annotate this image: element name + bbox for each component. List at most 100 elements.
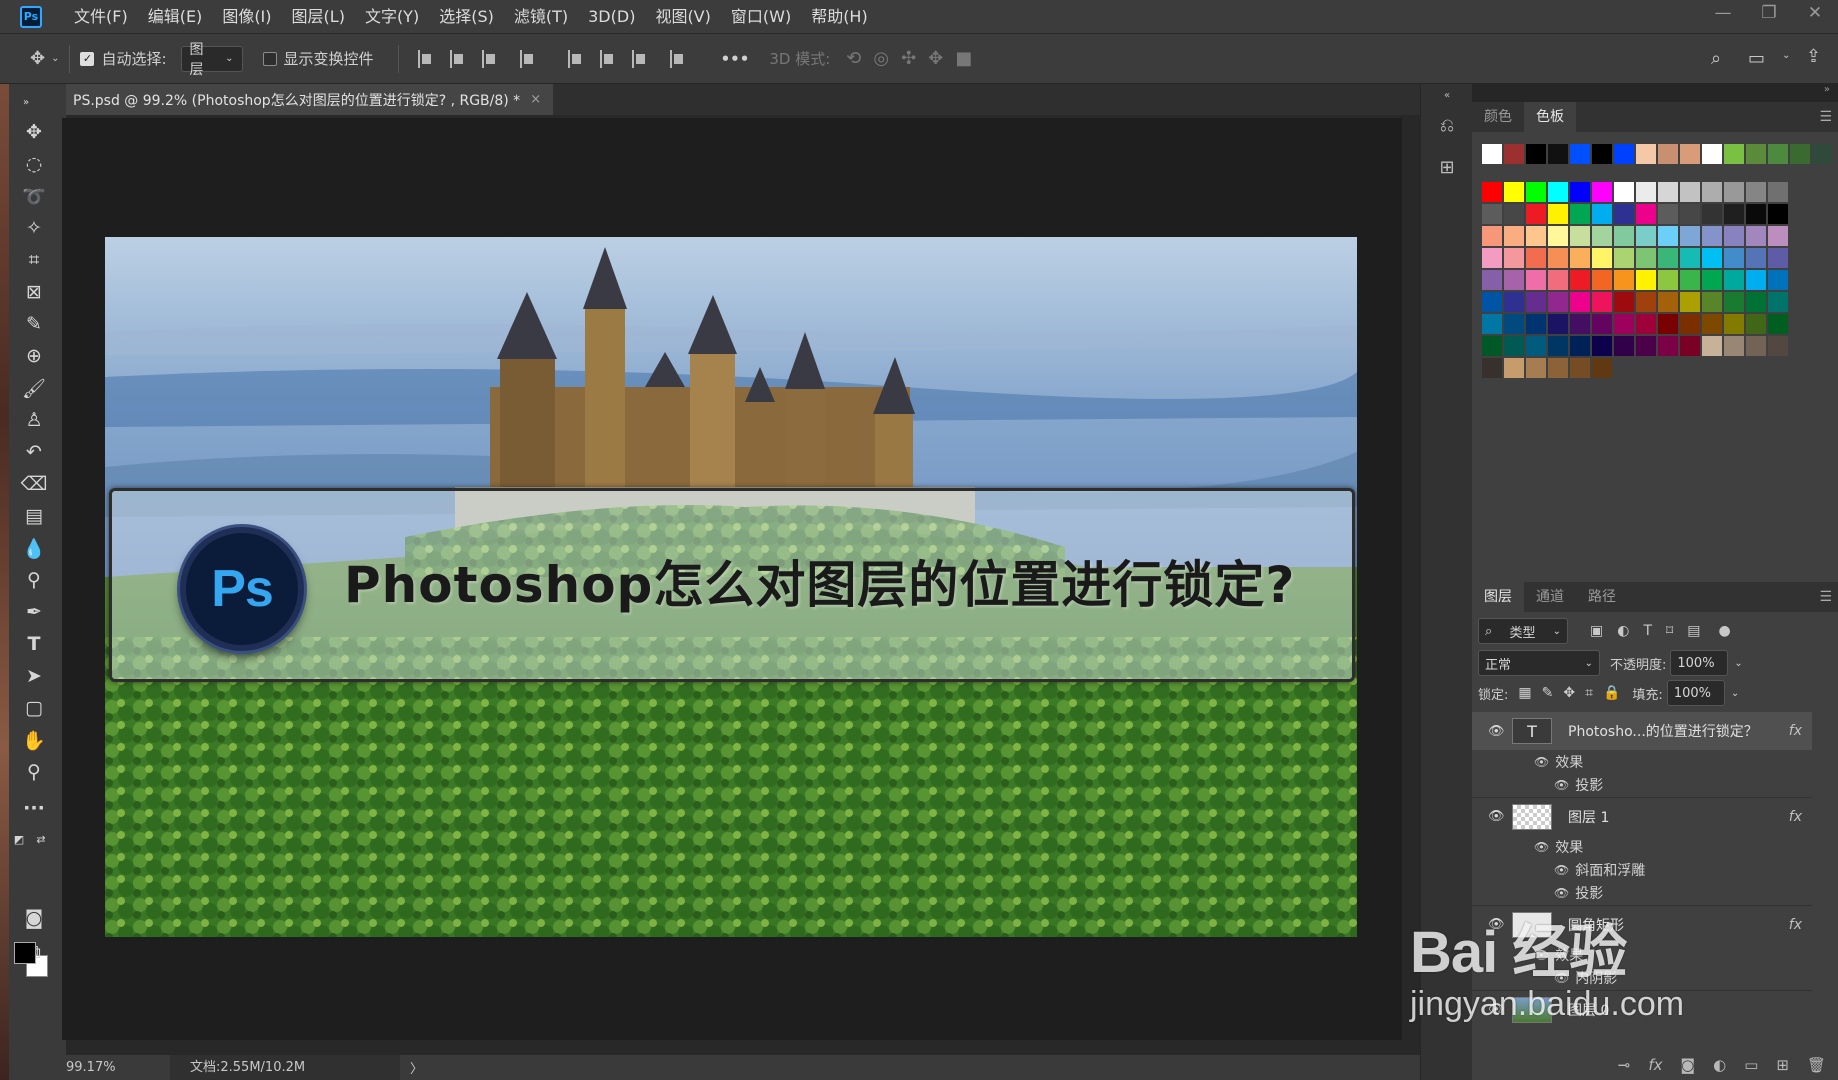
recent-swatch[interactable] xyxy=(1746,144,1766,164)
color-swatch[interactable] xyxy=(1504,248,1524,268)
align-top-edge-icon[interactable] xyxy=(567,49,583,68)
more-options-button[interactable]: ••• xyxy=(721,50,750,68)
color-swatch[interactable] xyxy=(1746,336,1766,356)
3d-slide-icon[interactable]: ✥ xyxy=(928,48,943,69)
visibility-eye-icon[interactable]: 👁 xyxy=(1554,778,1569,792)
effect-row[interactable]: 👁 投影 xyxy=(1472,882,1603,904)
color-swatch[interactable] xyxy=(1570,336,1590,356)
recent-swatch[interactable] xyxy=(1636,144,1656,164)
distribute-icon[interactable] xyxy=(669,49,685,68)
color-swatch[interactable] xyxy=(1702,336,1722,356)
color-swatch[interactable] xyxy=(1680,314,1700,334)
color-swatch[interactable] xyxy=(1724,248,1744,268)
align-vertical-center-icon[interactable] xyxy=(599,49,615,68)
color-swatch[interactable] xyxy=(1658,204,1678,224)
lock-position-icon[interactable]: ✥ xyxy=(1563,685,1575,701)
color-swatch[interactable] xyxy=(1482,248,1502,268)
3d-orbit-icon[interactable]: ⟲ xyxy=(846,48,861,69)
new-layer-icon[interactable]: ⊞ xyxy=(1776,1056,1789,1074)
color-swatch[interactable] xyxy=(1636,270,1656,290)
lock-transparent-icon[interactable]: ▦ xyxy=(1518,685,1531,701)
color-swatch[interactable] xyxy=(1548,336,1568,356)
color-swatch[interactable] xyxy=(1526,292,1546,312)
color-swatch[interactable] xyxy=(1592,336,1612,356)
color-swatch[interactable] xyxy=(1504,182,1524,202)
color-swatch[interactable] xyxy=(1526,248,1546,268)
color-swatch[interactable] xyxy=(1724,226,1744,246)
color-swatch[interactable] xyxy=(1548,358,1568,378)
color-swatch[interactable] xyxy=(1724,270,1744,290)
foreground-color-swatch[interactable] xyxy=(14,942,36,964)
auto-select-target-dropdown[interactable]: 图层 ⌄ xyxy=(180,42,243,78)
align-horizontal-center-icon[interactable] xyxy=(449,49,465,68)
add-layer-style-icon[interactable]: fx xyxy=(1648,1056,1662,1074)
color-swatch[interactable] xyxy=(1658,292,1678,312)
color-swatch[interactable] xyxy=(1570,358,1590,378)
color-swatch[interactable] xyxy=(1658,270,1678,290)
color-swatch[interactable] xyxy=(1570,182,1590,202)
color-swatch[interactable] xyxy=(1680,292,1700,312)
color-swatch[interactable] xyxy=(1570,314,1590,334)
recent-swatch[interactable] xyxy=(1702,144,1722,164)
panel-menu-icon[interactable]: ☰ xyxy=(1819,589,1832,605)
color-swatch[interactable] xyxy=(1746,182,1766,202)
color-swatch[interactable] xyxy=(1746,292,1766,312)
fill-input[interactable]: 100% xyxy=(1666,680,1725,706)
tab-color[interactable]: 颜色 xyxy=(1472,102,1524,132)
color-swatch[interactable] xyxy=(1614,204,1634,224)
magic-wand-icon[interactable]: ✧ xyxy=(22,216,46,240)
color-swatch[interactable] xyxy=(1614,292,1634,312)
color-swatch[interactable] xyxy=(1504,336,1524,356)
gradient-icon[interactable]: ▤ xyxy=(22,504,46,528)
color-swatch[interactable] xyxy=(1526,358,1546,378)
color-swatch[interactable] xyxy=(1702,204,1722,224)
recent-swatch[interactable] xyxy=(1658,144,1678,164)
color-swatch[interactable] xyxy=(1724,314,1744,334)
menu-layer[interactable]: 图层(L) xyxy=(282,0,355,33)
search-icon[interactable]: ⌕ xyxy=(1711,48,1721,69)
color-swatch[interactable] xyxy=(1482,182,1502,202)
menu-help[interactable]: 帮助(H) xyxy=(801,0,878,33)
color-swatch[interactable] xyxy=(1636,182,1656,202)
filter-adjustment-icon[interactable]: ◐ xyxy=(1617,623,1629,639)
share-icon[interactable]: ⇪ xyxy=(1806,46,1821,67)
color-swatch[interactable] xyxy=(1548,182,1568,202)
color-swatch[interactable] xyxy=(1548,248,1568,268)
auto-select-checkbox[interactable]: ✓ xyxy=(80,51,95,66)
color-swatch[interactable] xyxy=(1636,204,1656,224)
visibility-eye-icon[interactable]: 👁 xyxy=(1534,840,1549,854)
blend-mode-dropdown[interactable]: 正常 ⌄ xyxy=(1478,650,1600,676)
color-swatch[interactable] xyxy=(1636,248,1656,268)
color-swatch[interactable] xyxy=(1592,248,1612,268)
add-mask-icon[interactable]: ◙ xyxy=(1681,1056,1696,1074)
layer-row-text[interactable]: 👁 T Photosho...的位置进行锁定？ fx xyxy=(1472,712,1812,750)
status-menu-arrow[interactable]: 〉 xyxy=(410,1058,423,1077)
color-swatch[interactable] xyxy=(1548,204,1568,224)
tab-channels[interactable]: 通道 xyxy=(1524,582,1576,612)
collapse-panels-icon[interactable]: » xyxy=(1824,84,1830,95)
lock-image-icon[interactable]: ✎ xyxy=(1542,685,1554,701)
color-swatch[interactable] xyxy=(1504,314,1524,334)
blur-icon[interactable]: 💧 xyxy=(22,536,46,560)
color-swatch[interactable] xyxy=(1680,226,1700,246)
color-swatch[interactable] xyxy=(1614,182,1634,202)
color-swatch[interactable] xyxy=(1482,204,1502,224)
color-swatch[interactable] xyxy=(1724,204,1744,224)
3d-pan-icon[interactable]: ✣ xyxy=(901,48,916,69)
fx-icon[interactable]: fx xyxy=(1789,809,1802,825)
color-swatch[interactable] xyxy=(1570,204,1590,224)
color-swatch[interactable] xyxy=(1680,270,1700,290)
color-swatch[interactable] xyxy=(1570,226,1590,246)
history-brush-icon[interactable]: ↶ xyxy=(22,440,46,464)
recent-swatch[interactable] xyxy=(1790,144,1810,164)
color-swatch[interactable] xyxy=(1548,270,1568,290)
rectangle-tool-icon[interactable]: ▢ xyxy=(22,696,46,720)
opacity-input[interactable]: 100% xyxy=(1670,650,1729,676)
dodge-icon[interactable]: ⚲ xyxy=(22,568,46,592)
collapse-toolbar-icon[interactable]: » xyxy=(14,90,38,114)
color-swatch[interactable] xyxy=(1768,336,1788,356)
color-swatch[interactable] xyxy=(1636,292,1656,312)
tab-paths[interactable]: 路径 xyxy=(1576,582,1628,612)
clone-stamp-icon[interactable]: ♙ xyxy=(22,408,46,432)
color-swatch[interactable] xyxy=(1482,358,1502,378)
